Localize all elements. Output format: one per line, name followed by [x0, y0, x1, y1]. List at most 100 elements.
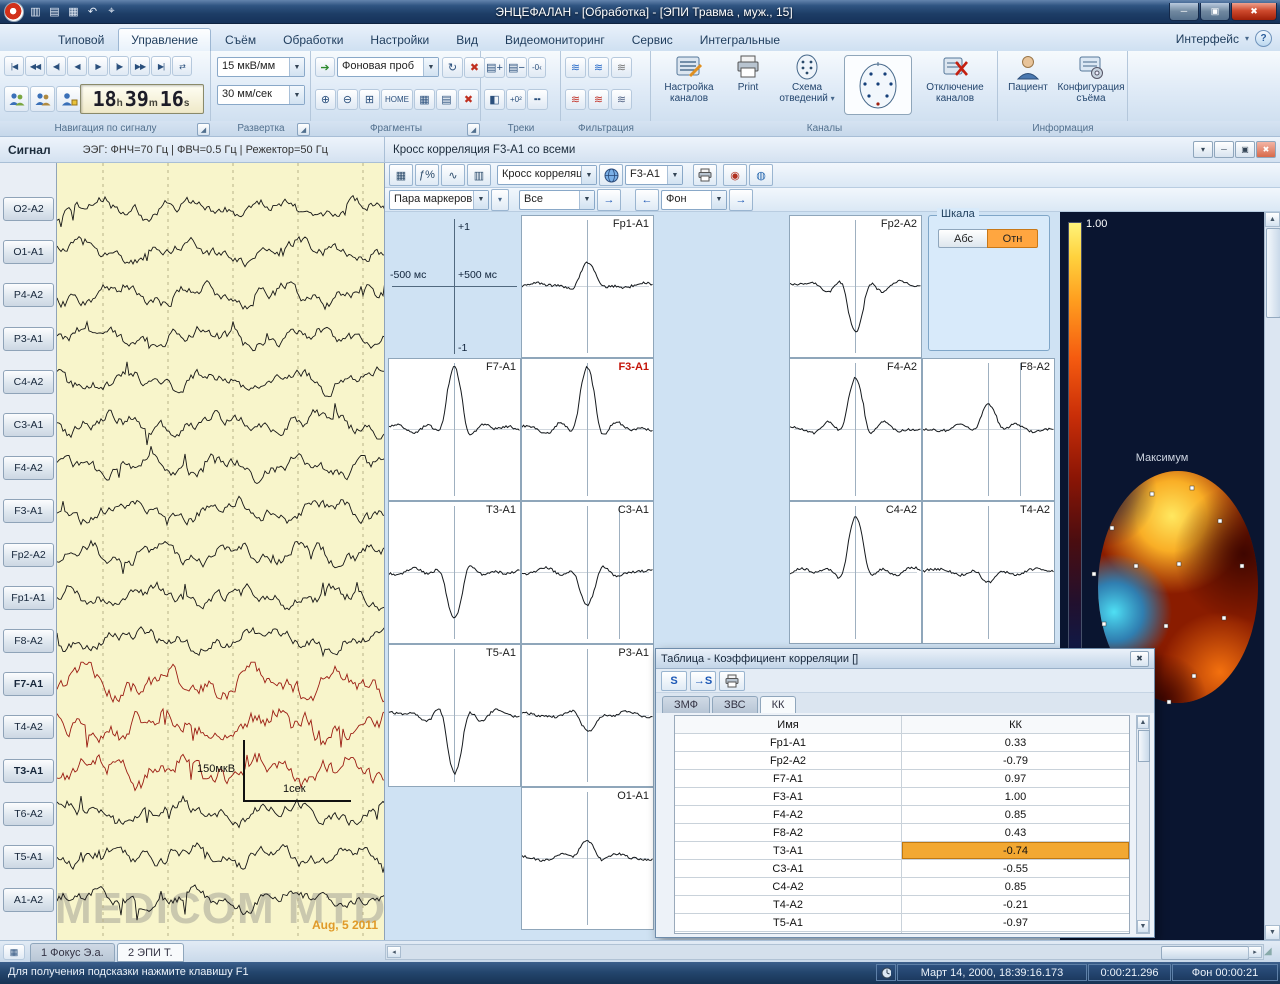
channel-button-A1-A2[interactable]: A1-A2: [3, 888, 54, 913]
stat-s-button[interactable]: S: [661, 670, 687, 691]
vertical-scrollbar[interactable]: ▲ ▼: [1264, 212, 1280, 940]
table-row-P3-A1[interactable]: P3-A1-0.26: [675, 932, 1129, 933]
chevron-down-icon[interactable]: ▼: [667, 166, 682, 184]
invert-track-icon[interactable]: ◧: [484, 89, 505, 110]
filter-lowpass-icon[interactable]: ≋: [565, 57, 586, 78]
add-track-icon[interactable]: ▤+: [484, 57, 505, 78]
corr-plot-F7-A1[interactable]: F7-A1: [388, 358, 521, 501]
channel-button-P3-A1[interactable]: P3-A1: [3, 326, 54, 351]
column-header-name[interactable]: Имя: [675, 716, 902, 733]
corr-plot-F4-A2[interactable]: F4-A2: [789, 358, 922, 501]
ribbon-tab-Типовой[interactable]: Типовой: [45, 28, 117, 51]
ribbon-tab-Съём[interactable]: Съём: [212, 28, 269, 51]
table-row-T5-A1[interactable]: T5-A1 -0.97: [675, 914, 1129, 932]
acquisition-config-button[interactable]: Конфигурация съёма: [1056, 54, 1126, 104]
scrollbar-thumb[interactable]: [1138, 730, 1150, 762]
zoom-out-icon[interactable]: ⊖: [337, 89, 358, 110]
interface-menu[interactable]: Интерфейс: [1176, 32, 1239, 46]
globe-map-icon[interactable]: ◍: [749, 164, 773, 186]
table-tab-КК[interactable]: КК: [759, 696, 797, 713]
table-row-T3-A1[interactable]: T3-A1 -0.74: [675, 842, 1129, 860]
ribbon-tab-Видеомониторинг[interactable]: Видеомониторинг: [492, 28, 618, 51]
channel-button-T6-A2[interactable]: T6-A2: [3, 801, 54, 826]
corr-plot-T5-A1[interactable]: T5-A1: [388, 644, 521, 787]
fit-grid-icon[interactable]: ⊞: [359, 89, 380, 110]
globe-icon[interactable]: [599, 164, 623, 186]
fragment-type-select[interactable]: Фон ▼: [661, 189, 727, 210]
table-row-T4-A2[interactable]: T4-A2 -0.21: [675, 896, 1129, 914]
print-button[interactable]: [719, 670, 745, 691]
head-map-icon[interactable]: ◉: [723, 164, 747, 186]
table-row-F8-A2[interactable]: F8-A2 0.43: [675, 824, 1129, 842]
scrollbar-thumb[interactable]: [1266, 228, 1280, 318]
skip-to-start-button[interactable]: |◀: [4, 56, 24, 76]
filter-custom-icon[interactable]: ≋: [611, 89, 632, 110]
print-button[interactable]: Print: [727, 54, 769, 93]
stat-arrow-s-button[interactable]: →S: [690, 670, 716, 691]
table-tab-ЗВС[interactable]: ЗВС: [712, 696, 758, 713]
close-icon[interactable]: ✖: [1130, 650, 1149, 667]
table-row-F7-A1[interactable]: F7-A1 0.97: [675, 770, 1129, 788]
device-icon[interactable]: ⌖: [103, 3, 120, 20]
help-button[interactable]: ?: [1255, 30, 1272, 47]
list-view-icon[interactable]: ▤: [436, 89, 457, 110]
dialog-launcher-icon[interactable]: ◢: [467, 123, 480, 136]
horizontal-scrollbar[interactable]: ◂ ▸: [385, 944, 1264, 960]
patient-walk-icon[interactable]: [30, 86, 55, 112]
ribbon-tab-Интегральные[interactable]: Интегральные: [687, 28, 793, 51]
channel-button-F4-A2[interactable]: F4-A2: [3, 456, 54, 481]
table-view-icon[interactable]: ▦: [414, 89, 435, 110]
channel-button-F7-A1[interactable]: F7-A1: [3, 672, 54, 697]
table-tab-ЗМФ[interactable]: ЗМФ: [662, 696, 711, 713]
corr-plot-F3-A1[interactable]: F3-A1: [521, 358, 654, 501]
apply-forward-button[interactable]: →: [597, 188, 621, 211]
auto-zero-icon[interactable]: -0‹: [528, 57, 546, 78]
filter-notch-icon[interactable]: ≋: [611, 57, 632, 78]
step-forward-button[interactable]: |▶: [109, 56, 129, 76]
chevron-down-icon[interactable]: ▼: [581, 166, 596, 184]
table-row-C3-A1[interactable]: C3-A1 -0.55: [675, 860, 1129, 878]
curve-view-icon[interactable]: ∿: [441, 164, 465, 186]
restore-icon[interactable]: ▣: [1235, 141, 1255, 158]
chevron-down-icon[interactable]: ▼: [289, 86, 304, 104]
scope-select[interactable]: Все ▼: [519, 189, 595, 210]
corr-plot-T3-A1[interactable]: T3-A1: [388, 501, 521, 644]
close-icon[interactable]: ✖: [1256, 141, 1276, 158]
undo-icon[interactable]: ↶: [84, 3, 101, 20]
scroll-left-icon[interactable]: ◂: [387, 946, 401, 958]
chevron-down-icon[interactable]: ▼: [473, 190, 488, 209]
zoom-in-icon[interactable]: ⊕: [315, 89, 336, 110]
channel-button-F8-A2[interactable]: F8-A2: [3, 629, 54, 653]
gain-select[interactable]: 15 мкВ/мм ▼: [217, 57, 305, 77]
patient-marker-icon[interactable]: [56, 86, 81, 112]
filter-highpass-icon[interactable]: ≋: [588, 57, 609, 78]
channel-button-T4-A2[interactable]: T4-A2: [3, 715, 54, 740]
channel-button-C4-A2[interactable]: C4-A2: [3, 369, 54, 394]
column-header-kk[interactable]: КК: [902, 716, 1129, 733]
corr-plot-Fp2-A2[interactable]: Fp2-A2: [789, 215, 922, 358]
channel-button-T5-A1[interactable]: T5-A1: [3, 845, 54, 869]
ribbon-tab-Управление[interactable]: Управление: [118, 28, 212, 51]
patient-pair-icon[interactable]: [4, 86, 29, 112]
table-vertical-scrollbar[interactable]: ▲ ▼: [1136, 715, 1150, 934]
delete-fragment-icon[interactable]: ✖: [458, 89, 479, 110]
offset-track-icon[interactable]: +0²: [506, 89, 526, 110]
ribbon-tab-Обработки[interactable]: Обработки: [270, 28, 356, 51]
table-row-C4-A2[interactable]: C4-A2 0.85: [675, 878, 1129, 896]
filter-red-icon[interactable]: ≋: [588, 89, 609, 110]
dialog-launcher-icon[interactable]: ◢: [197, 123, 210, 136]
correlation-table-window[interactable]: Таблица - Коэффициент корреляции [] ✖ S →…: [655, 648, 1155, 938]
step-back-button[interactable]: ◀|: [46, 56, 66, 76]
table-row-F4-A2[interactable]: F4-A2 0.85: [675, 806, 1129, 824]
tab-list-button[interactable]: ▦: [3, 944, 25, 960]
print-button[interactable]: [693, 164, 717, 186]
marker-extra-dropdown[interactable]: ▾: [491, 188, 509, 211]
table-row-F3-A1[interactable]: F3-A1 1.00: [675, 788, 1129, 806]
chevron-down-icon[interactable]: ▼: [423, 58, 438, 76]
apply-forward-button-2[interactable]: →: [729, 188, 753, 211]
scroll-up-icon[interactable]: ▲: [1265, 212, 1280, 227]
montage-scheme-button[interactable]: Схема отведений ▾: [772, 54, 842, 104]
patient-button[interactable]: Пациент: [1002, 54, 1054, 93]
chevron-down-icon[interactable]: ▼: [579, 190, 594, 209]
view-tab-2[interactable]: 2 ЭПИ Т.: [117, 943, 184, 962]
